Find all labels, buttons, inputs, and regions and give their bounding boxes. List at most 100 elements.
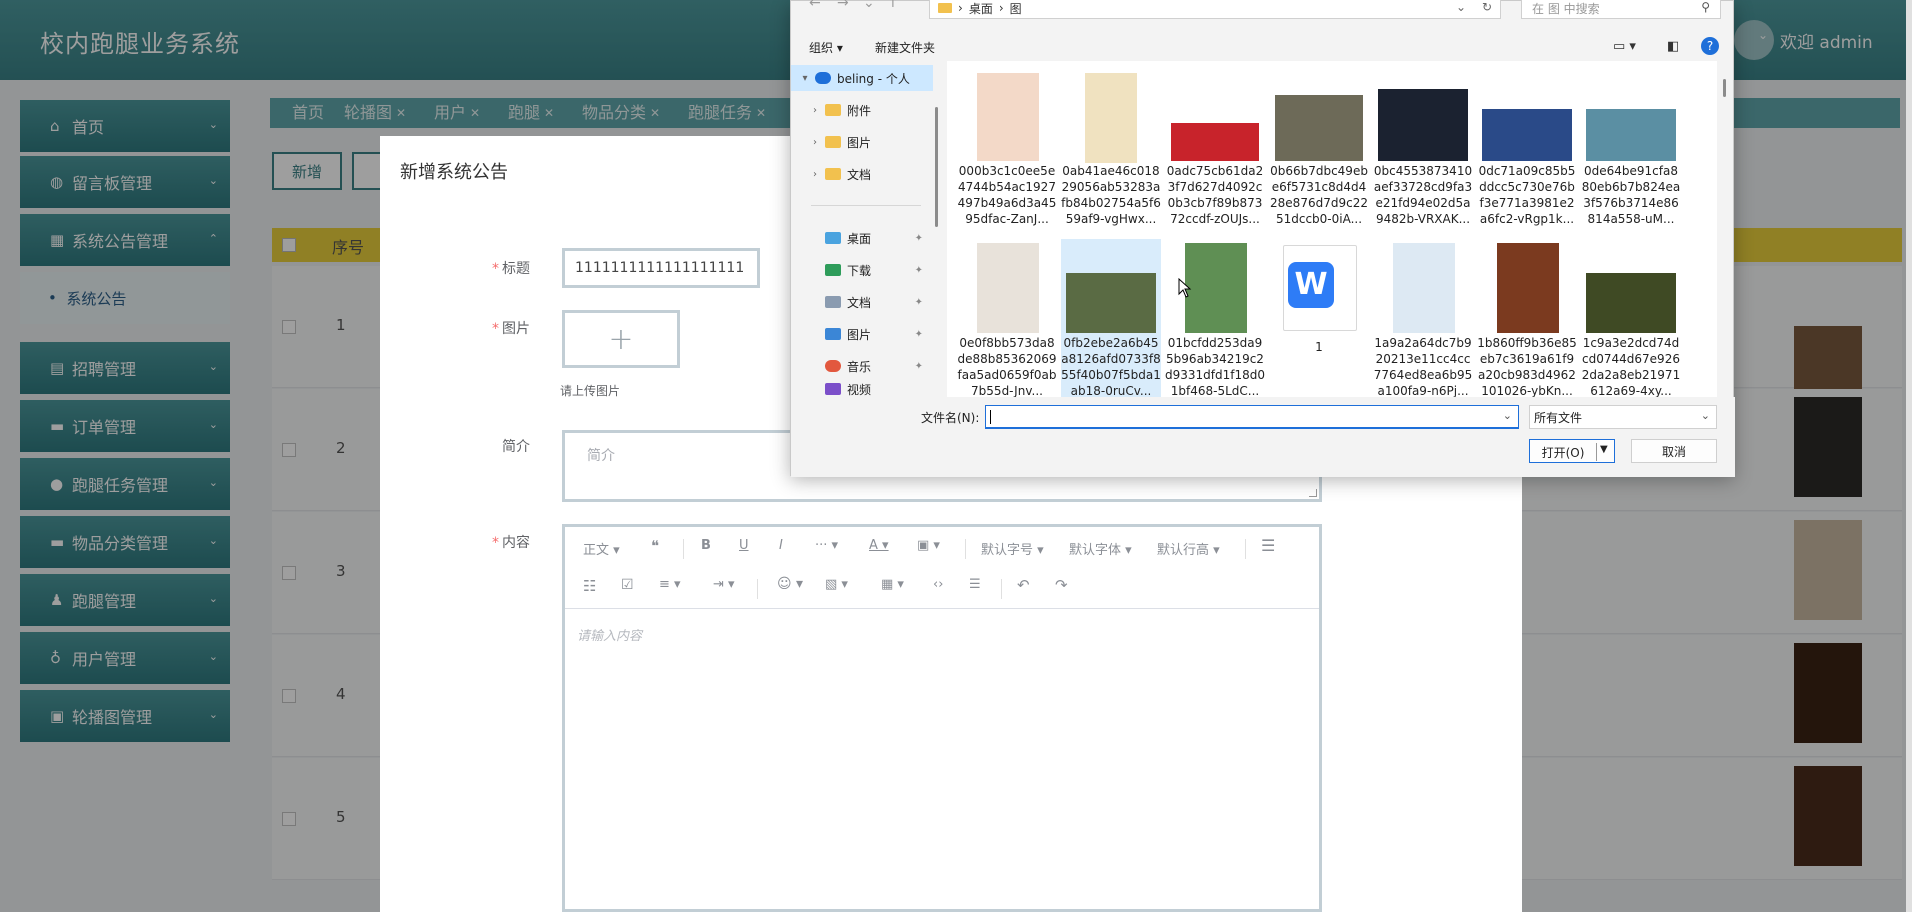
breadcrumb-pictures[interactable]: 图 [1010, 0, 1022, 17]
nav-item-desktop[interactable]: 桌面 ✦ [791, 225, 933, 251]
file-item[interactable]: 0de64be91cfa880eb6b7b824ea3f576b3714e868… [1581, 61, 1681, 231]
bold-icon[interactable]: B [701, 538, 711, 553]
emoji-icon[interactable]: ☺ ▾ [777, 576, 803, 592]
file-item[interactable]: 0fb2ebe2a6b45a8126afd0733f855f40b07f5bda… [1061, 239, 1161, 397]
file-item[interactable]: 0bc4553873410aef33728cd9fa3e21fd94e02d5a… [1373, 61, 1473, 231]
rich-text-editor: 正文 ▾ ❝ B U I ··· ▾ A ▾ ▣ ▾ 默认字号 ▾ 默认字体 ▾… [562, 524, 1322, 912]
chevron-down-icon[interactable]: ⌄ [1503, 409, 1512, 422]
chevron-down-icon[interactable]: ⌄ [863, 0, 875, 11]
dropdown-arrow-icon[interactable]: ▼ [1600, 444, 1608, 455]
align-icon[interactable]: ≡ ▾ [659, 577, 681, 592]
underline-icon[interactable]: U [739, 538, 749, 553]
file-item[interactable]: 1c9a3e2dcd74dcd0744d67e9262da2a8eb219716… [1581, 239, 1681, 397]
pin-icon[interactable]: ✦ [915, 297, 923, 308]
folder-icon [825, 136, 841, 148]
breadcrumb-sep: › [958, 1, 963, 15]
chevron-down-icon: ⌄ [1700, 409, 1710, 422]
numbered-list-icon[interactable]: ☷ [583, 577, 596, 595]
file-item[interactable]: 0b66b7dbc49ebe6f5731c8d4d428e876d7d9c225… [1269, 61, 1369, 231]
file-item[interactable]: 1b860ff9b36e85eb7c3619a61f9a20cb983d4962… [1477, 239, 1577, 397]
nav-item-pictures[interactable]: 图片 ✦ [791, 321, 933, 347]
nav-item-pictures-folder[interactable]: › 图片 [791, 129, 933, 155]
folder-icon [825, 104, 841, 116]
font-color-icon[interactable]: A ▾ [869, 538, 889, 553]
window-scrollbar[interactable] [1906, 0, 1912, 912]
back-arrow-icon[interactable]: ← [809, 0, 821, 11]
file-type-select[interactable]: 所有文件 ⌄ [1529, 405, 1717, 429]
nav-item-attachments[interactable]: › 附件 [791, 97, 933, 123]
table-icon[interactable]: ▦ ▾ [881, 577, 904, 592]
bullet-list-icon[interactable]: ☰ [1261, 536, 1275, 555]
folder-icon [825, 168, 841, 180]
new-folder-button[interactable]: 新建文件夹 [875, 39, 935, 56]
font-family-select[interactable]: 默认字体 ▾ [1069, 539, 1132, 558]
file-item[interactable]: 0e0f8bb573da8de88b85362069faa5ad0659f0ab… [957, 239, 1057, 397]
pin-icon[interactable]: ✦ [915, 265, 923, 276]
search-icon: ⚲ [1701, 0, 1710, 14]
summary-label: 简介 [502, 439, 530, 455]
refresh-icon[interactable]: ↻ [1482, 0, 1492, 14]
cancel-button[interactable]: 取消 [1631, 439, 1717, 463]
nav-divider [811, 205, 921, 206]
undo-icon[interactable]: ↶ [1017, 576, 1030, 594]
pin-icon[interactable]: ✦ [915, 361, 923, 372]
upload-tip: 请上传图片 [560, 384, 621, 398]
picker-navbar: ← → ⌄ ↑ › 桌面 › 图 ⌄ ↻ 在 图 中搜索 ⚲ [791, 0, 1735, 21]
file-item[interactable]: 0ab41ae46c01829056ab53283afb84b02754a5f6… [1061, 61, 1161, 231]
up-arrow-icon[interactable]: ↑ [887, 0, 899, 11]
nav-item-downloads[interactable]: 下载 ✦ [791, 257, 933, 283]
pin-icon[interactable]: ✦ [915, 233, 923, 244]
nav-item-onedrive[interactable]: ▾ beling - 个人 [791, 65, 933, 91]
nav-item-videos[interactable]: 视频 [791, 381, 933, 397]
redo-icon[interactable]: ↷ [1055, 576, 1068, 594]
image-upload-button[interactable]: + [562, 310, 680, 368]
chevron-down-icon: ▾ [802, 72, 808, 84]
file-thumbnail [977, 243, 1039, 333]
forward-arrow-icon[interactable]: → [837, 0, 849, 11]
file-thumbnail [1482, 109, 1572, 161]
highlight-icon[interactable]: ▣ ▾ [917, 538, 940, 553]
file-item[interactable]: 01bcfdd253da95b96ab34219c2d9331dfd1f18d0… [1165, 239, 1265, 397]
breadcrumb-desktop[interactable]: 桌面 [969, 0, 993, 17]
file-thumbnail [1393, 243, 1455, 333]
organize-button[interactable]: 组织 ▾ [809, 39, 843, 56]
pin-icon[interactable]: ✦ [915, 329, 923, 340]
file-item[interactable]: 1a9a2a64dc7b920213e11cc4cc7764ed8ea6b95a… [1373, 239, 1473, 397]
file-item[interactable]: 0dc71a09c85b5ddcc5c730e76bf3e771a3981e2a… [1477, 61, 1577, 231]
pictures-icon [825, 328, 841, 340]
nav-item-music[interactable]: 音乐 ✦ [791, 353, 933, 379]
more-icon[interactable]: ··· ▾ [815, 538, 838, 553]
nav-item-documents-folder[interactable]: › 文档 [791, 161, 933, 187]
content-scrollbar[interactable] [1723, 79, 1726, 97]
insert-image-icon[interactable]: ▧ ▾ [825, 577, 848, 592]
line-height-select[interactable]: 默认行高 ▾ [1157, 539, 1220, 558]
italic-icon[interactable]: I [779, 538, 783, 553]
picker-command-bar: 组织 ▾ 新建文件夹 ▭ ▾ ◧ ? [791, 31, 1735, 61]
divider-icon[interactable]: ☰ [969, 577, 981, 592]
address-bar[interactable]: › 桌面 › 图 ⌄ ↻ [929, 0, 1501, 19]
file-item[interactable]: 0adc75cb61da23f7d627d4092c0b3cb7f89b8737… [1165, 61, 1265, 231]
preview-pane-icon[interactable]: ◧ [1667, 39, 1679, 54]
indent-icon[interactable]: ⇥ ▾ [713, 577, 735, 592]
open-button[interactable]: 打开(O) ▼ [1529, 439, 1615, 463]
todo-icon[interactable]: ☑ [621, 577, 634, 593]
file-thumbnail [1275, 95, 1363, 161]
chevron-down-icon[interactable]: ⌄ [1456, 0, 1466, 14]
file-item[interactable]: W 1 [1269, 239, 1369, 397]
filename-input[interactable]: ⌄ [985, 405, 1519, 429]
resize-handle[interactable] [1309, 489, 1317, 497]
font-size-select[interactable]: 默认字号 ▾ [981, 539, 1044, 558]
code-icon[interactable]: ‹› [933, 577, 943, 592]
nav-item-documents[interactable]: 文档 ✦ [791, 289, 933, 315]
quote-icon[interactable]: ❝ [651, 537, 659, 555]
search-input[interactable]: 在 图 中搜索 ⚲ [1521, 0, 1721, 19]
nav-scrollbar[interactable] [935, 67, 939, 327]
view-mode-icon[interactable]: ▭ ▾ [1613, 39, 1636, 54]
file-open-dialog: ← → ⌄ ↑ › 桌面 › 图 ⌄ ↻ 在 图 中搜索 ⚲ 组织 ▾ 新建文件夹… [790, 0, 1735, 477]
mouse-cursor-icon [1178, 278, 1192, 298]
file-item[interactable]: 000b3c1c0ee5e4744b54ac1927497b49a6d3a459… [957, 61, 1057, 231]
file-thumbnail [1497, 243, 1559, 333]
help-icon[interactable]: ? [1701, 37, 1719, 55]
title-input[interactable]: 1111111111111111111 [562, 248, 760, 288]
paragraph-style-select[interactable]: 正文 ▾ [583, 539, 620, 558]
